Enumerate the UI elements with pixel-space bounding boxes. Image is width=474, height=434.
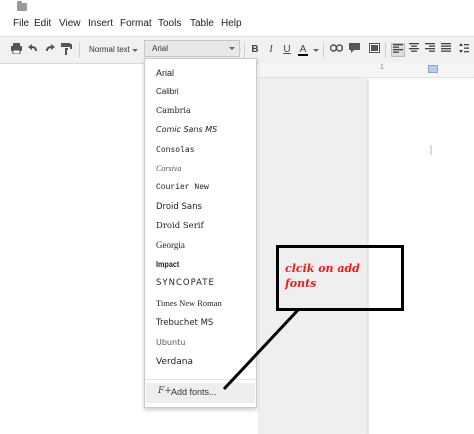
annotation-callout: clcik on add fonts (276, 245, 404, 311)
ruler[interactable]: 1 (258, 63, 474, 78)
font-option-courier-new[interactable]: Courier New (156, 183, 209, 192)
font-option-corsiva[interactable]: Corsiva (156, 164, 181, 173)
line-spacing-icon[interactable] (458, 43, 470, 57)
toolbar-divider (79, 42, 80, 58)
redo-icon[interactable] (43, 43, 55, 57)
toolbar-divider (323, 42, 324, 58)
toolbar-divider (385, 42, 386, 58)
align-right-button[interactable] (424, 43, 436, 57)
menu-tools[interactable]: Tools (158, 16, 181, 32)
comment-icon[interactable] (348, 43, 360, 57)
font-option-cambria[interactable]: Cambria (156, 106, 191, 115)
align-center-button[interactable] (408, 43, 420, 57)
indent-marker[interactable] (428, 65, 438, 73)
font-option-calibri[interactable]: Calibri (156, 87, 179, 96)
undo-icon[interactable] (27, 43, 39, 57)
toolbar-divider (244, 42, 245, 58)
font-family-dropdown[interactable]: Arial (144, 40, 240, 57)
font-option-droid-serif[interactable]: Droid Serif (156, 221, 204, 231)
align-left-button[interactable] (391, 43, 405, 57)
bold-button[interactable]: B (250, 43, 260, 57)
font-option-verdana[interactable]: Verdana (156, 357, 193, 367)
folder-icon[interactable] (17, 1, 27, 11)
italic-button[interactable]: I (266, 43, 276, 57)
text-cursor (430, 145, 432, 155)
menu-bar: File Edit View Insert Format Tools Table… (0, 16, 474, 32)
menu-format[interactable]: Format (120, 16, 152, 32)
menu-table[interactable]: Table (190, 16, 214, 32)
font-family-value: Arial (152, 44, 169, 53)
text-color-button[interactable]: A (298, 43, 308, 56)
add-font-icon: F+ (158, 386, 172, 396)
image-icon[interactable] (368, 43, 380, 57)
menu-divider (145, 379, 256, 380)
style-dropdown[interactable]: Normal text (89, 43, 130, 57)
print-icon[interactable] (10, 43, 22, 57)
paint-format-icon[interactable] (60, 43, 72, 57)
font-menu: Arial Calibri Cambria Comic Sans MS Cons… (144, 58, 257, 408)
font-option-ubuntu[interactable]: Ubuntu (156, 338, 185, 347)
font-option-consolas[interactable]: Consolas (156, 145, 195, 154)
menu-view[interactable]: View (59, 16, 81, 32)
style-caret-icon (132, 49, 138, 52)
justify-button[interactable] (440, 43, 452, 57)
menu-file[interactable]: File (13, 16, 29, 32)
add-fonts-label: Add fonts... (171, 387, 217, 397)
add-fonts-button[interactable]: F+ Add fonts... (146, 383, 255, 403)
font-option-impact[interactable]: Impact (156, 259, 179, 269)
font-caret-icon (229, 47, 235, 50)
menu-edit[interactable]: Edit (34, 16, 51, 32)
menu-insert[interactable]: Insert (88, 16, 113, 32)
menu-help[interactable]: Help (221, 16, 242, 32)
font-option-comic-sans-ms[interactable]: Comic Sans MS (156, 125, 217, 134)
annotation-text: clcik on add fonts (285, 262, 360, 290)
font-option-times-new-roman[interactable]: Times New Roman (156, 298, 222, 308)
font-option-georgia[interactable]: Georgia (156, 240, 185, 250)
text-color-caret-icon (313, 49, 319, 52)
font-option-syncopate[interactable]: Syncopate (156, 278, 215, 288)
font-option-droid-sans[interactable]: Droid Sans (156, 202, 202, 212)
underline-button[interactable]: U (282, 43, 292, 57)
link-icon[interactable] (329, 43, 343, 57)
ruler-tick-label: 1 (380, 64, 384, 71)
font-option-arial[interactable]: Arial (156, 68, 174, 78)
font-option-trebuchet-ms[interactable]: Trebuchet MS (156, 318, 213, 328)
